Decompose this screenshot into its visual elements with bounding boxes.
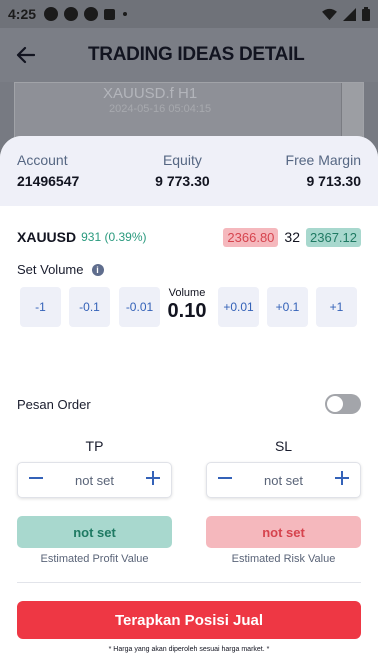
symbol-row: XAUUSD 931 (0.39%) 2366.80 32 2367.12 bbox=[17, 227, 361, 247]
volume-plus-0.01-button[interactable]: +0.01 bbox=[218, 287, 259, 327]
free-margin-value: 9 713.30 bbox=[306, 173, 361, 189]
sl-decrement-button[interactable] bbox=[217, 470, 233, 491]
ask-price: 2367.12 bbox=[306, 227, 361, 247]
status-time: 4:25 bbox=[8, 6, 37, 22]
tp-title: TP bbox=[85, 438, 104, 454]
volume-display: Volume 0.10 bbox=[165, 287, 209, 327]
app-notification-icon bbox=[104, 8, 116, 20]
equity-label: Equity bbox=[162, 152, 202, 168]
market-price-note: * Harga yang akan diperoleh sesuai harga… bbox=[108, 646, 270, 653]
sl-stepper: not set bbox=[206, 462, 361, 498]
volume-plus-1-button[interactable]: +1 bbox=[316, 287, 357, 327]
volume-minus-1-button[interactable]: -1 bbox=[20, 287, 61, 327]
spread: 32 bbox=[284, 229, 300, 245]
back-button[interactable] bbox=[0, 46, 50, 64]
volume-value: 0.10 bbox=[167, 300, 207, 322]
bid-price: 2366.80 bbox=[223, 227, 279, 247]
sl-increment-button[interactable] bbox=[334, 470, 350, 491]
symbol-name: XAUUSD bbox=[17, 229, 77, 245]
minus-icon bbox=[29, 476, 43, 479]
pesan-order-row: Pesan Order bbox=[17, 394, 361, 414]
equity-value: 9 773.30 bbox=[155, 173, 210, 189]
back-arrow-icon bbox=[16, 46, 35, 64]
info-icon[interactable]: i bbox=[91, 263, 104, 276]
chart-time: 2024-05-16 05:04:15 bbox=[109, 103, 212, 115]
apply-sell-button[interactable]: Terapkan Posisi Jual bbox=[17, 601, 361, 639]
notification-icon bbox=[84, 7, 99, 21]
set-volume-header: Set Volume i bbox=[17, 262, 104, 277]
free-margin-label: Free Margin bbox=[285, 152, 361, 168]
pesan-order-toggle[interactable] bbox=[325, 394, 361, 414]
toggle-knob bbox=[327, 396, 343, 412]
account-summary: Account 21496547 Equity 9 773.30 Free Ma… bbox=[0, 136, 378, 206]
battery-icon bbox=[362, 7, 370, 21]
page-title: TRADING IDEAS DETAIL bbox=[88, 44, 305, 65]
estimated-profit-caption: Estimated Profit Value bbox=[40, 553, 149, 565]
plus-icon bbox=[146, 470, 160, 485]
app-header: TRADING IDEAS DETAIL bbox=[0, 28, 378, 82]
tp-decrement-button[interactable] bbox=[28, 470, 44, 491]
estimated-profit-box: not set bbox=[17, 516, 172, 548]
account-value: 21496547 bbox=[17, 173, 80, 189]
volume-minus-0.01-button[interactable]: -0.01 bbox=[119, 287, 160, 327]
chart-symbol: XAUUSD.f H1 bbox=[103, 85, 198, 102]
divider bbox=[17, 582, 361, 583]
minus-icon bbox=[218, 476, 232, 479]
estimated-risk-caption: Estimated Risk Value bbox=[231, 553, 336, 565]
tp-stepper: not set bbox=[17, 462, 172, 498]
tp-increment-button[interactable] bbox=[145, 470, 161, 491]
status-bar: 4:25 bbox=[0, 0, 378, 28]
notification-icon bbox=[64, 7, 79, 21]
signal-icon bbox=[343, 7, 356, 21]
tp-value[interactable]: not set bbox=[75, 473, 114, 488]
order-sheet: Account 21496547 Equity 9 773.30 Free Ma… bbox=[0, 136, 378, 672]
volume-label: Volume bbox=[168, 287, 206, 299]
sl-value[interactable]: not set bbox=[264, 473, 303, 488]
symbol-change: 931 (0.39%) bbox=[81, 230, 147, 244]
volume-plus-0.1-button[interactable]: +0.1 bbox=[267, 287, 308, 327]
pesan-order-label: Pesan Order bbox=[17, 396, 91, 412]
set-volume-label: Set Volume bbox=[17, 262, 84, 277]
notification-icon bbox=[44, 7, 59, 21]
account-label: Account bbox=[17, 152, 68, 168]
more-notifications-icon bbox=[123, 12, 128, 16]
sl-title: SL bbox=[274, 438, 293, 454]
estimated-risk-box: not set bbox=[206, 516, 361, 548]
volume-minus-0.1-button[interactable]: -0.1 bbox=[69, 287, 110, 327]
wifi-icon bbox=[322, 8, 337, 20]
volume-controls: -1 -0.1 -0.01 Volume 0.10 +0.01 +0.1 +1 bbox=[20, 287, 359, 327]
plus-icon bbox=[335, 470, 349, 485]
